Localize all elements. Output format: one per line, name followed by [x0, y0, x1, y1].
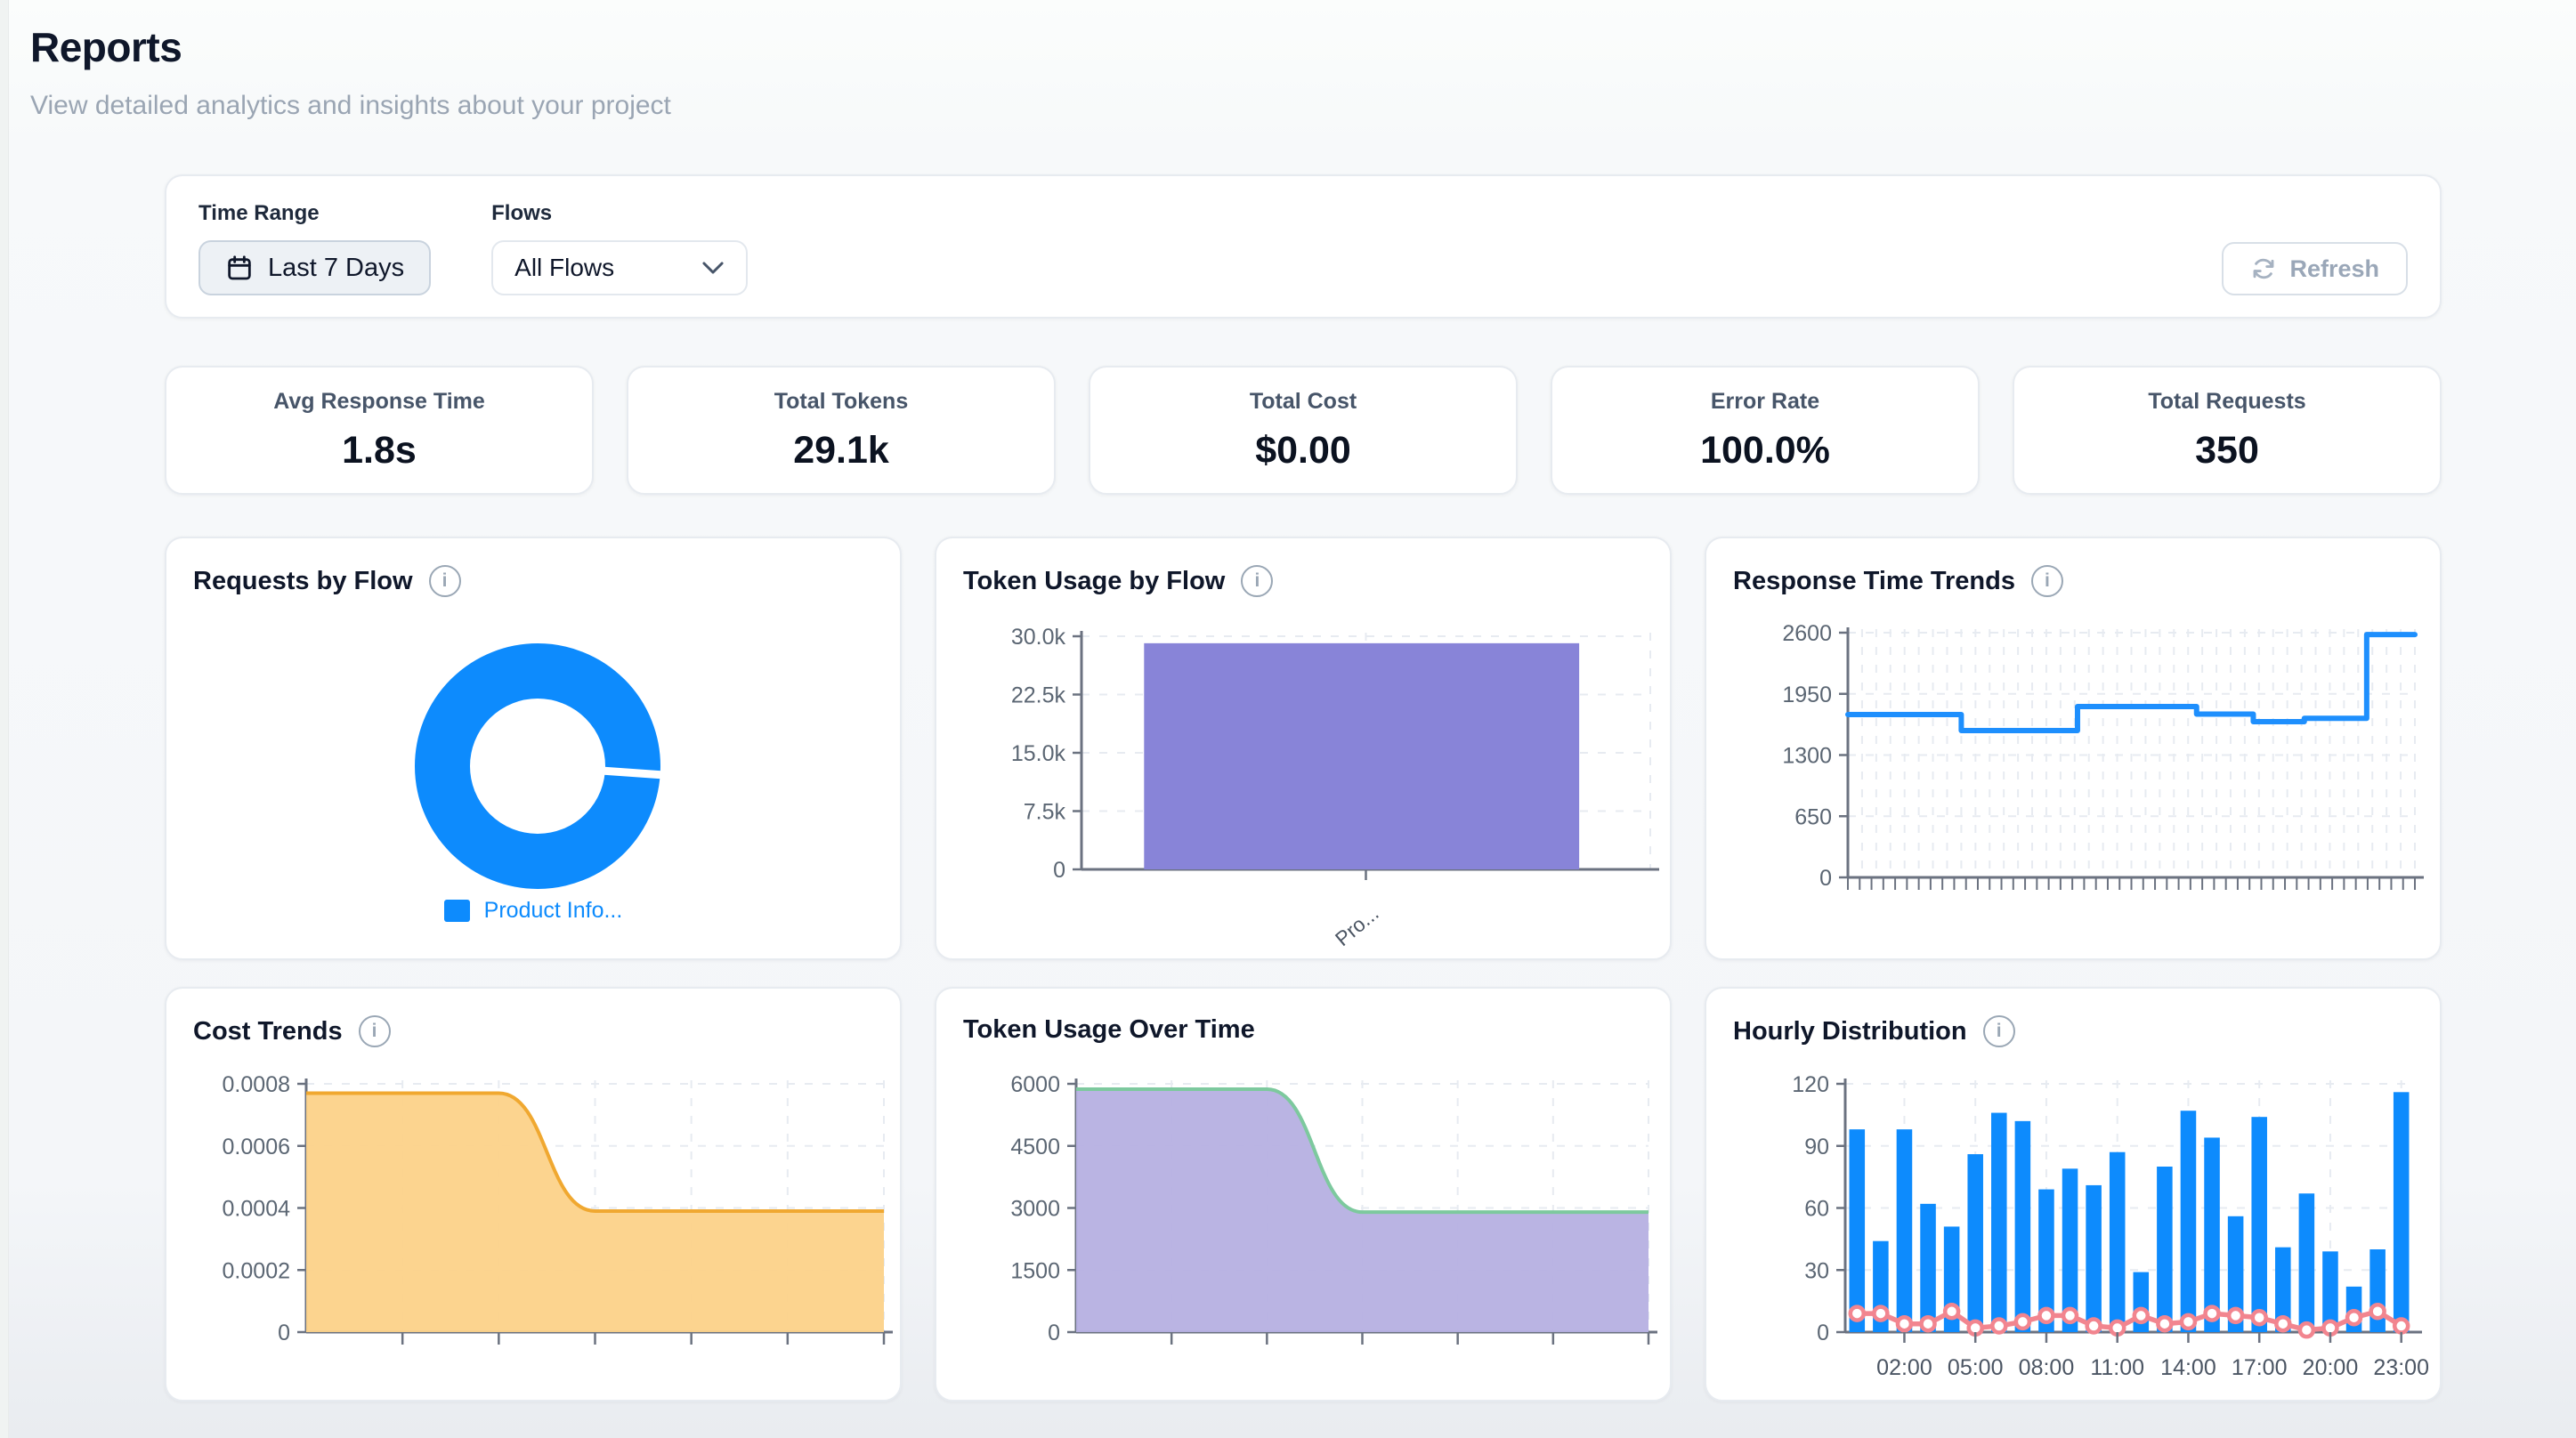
donut-chart-requests-by-flow[interactable]	[166, 538, 900, 958]
stat-card-avg-response-time: Avg Response Time 1.8s	[165, 366, 594, 495]
refresh-button[interactable]: Refresh	[2222, 242, 2408, 295]
chart-card-token-usage-by-flow: Token Usage by Flow i 0 7.5k 15.0k 22.5k 30.…	[935, 537, 1672, 960]
svg-text:14:00: 14:00	[2160, 1355, 2216, 1380]
stat-label: Total Tokens	[774, 389, 908, 415]
info-icon[interactable]: i	[2031, 565, 2063, 597]
legend-label: Product Info...	[484, 898, 623, 924]
svg-text:7.5k: 7.5k	[1024, 800, 1066, 825]
chart-title: Token Usage by Flow	[963, 567, 1225, 596]
reports-content: Time Range Last 7 Days Flows All Flows	[165, 174, 2442, 1402]
line-chart-response-time-trends[interactable]: 0 650 1300 1950 2600	[1706, 538, 2440, 958]
stat-card-total-tokens: Total Tokens 29.1k	[627, 366, 1056, 495]
svg-text:02:00: 02:00	[1876, 1355, 1932, 1380]
area-chart-cost-trends[interactable]: 0 0.0002 0.0004 0.0006 0.0008	[166, 989, 900, 1400]
area-chart-token-usage-over-time[interactable]: 0 1500 3000 4500 6000	[936, 989, 1670, 1400]
svg-text:20:00: 20:00	[2303, 1355, 2359, 1380]
info-icon[interactable]: i	[1241, 565, 1273, 597]
svg-text:08:00: 08:00	[2019, 1355, 2075, 1380]
flows-select[interactable]: All Flows	[491, 240, 748, 295]
chart-title: Hourly Distribution	[1733, 1017, 1967, 1046]
svg-text:0: 0	[1053, 858, 1065, 883]
svg-text:1500: 1500	[1010, 1258, 1060, 1283]
time-range-button[interactable]: Last 7 Days	[198, 240, 431, 295]
chart-card-cost-trends: Cost Trends i 0 0.0002 0.0004 0.0006 0.0008	[165, 987, 902, 1402]
info-icon[interactable]: i	[359, 1015, 391, 1047]
svg-text:30.0k: 30.0k	[1011, 625, 1066, 650]
charts-row-1: Requests by Flow i Product Info... Token…	[165, 537, 2442, 960]
chart-title: Requests by Flow	[193, 567, 413, 596]
svg-text:0: 0	[1048, 1321, 1060, 1345]
stat-card-total-cost: Total Cost $0.00	[1089, 366, 1518, 495]
svg-text:1950: 1950	[1782, 683, 1832, 707]
stat-value: 29.1k	[793, 429, 889, 473]
refresh-label: Refresh	[2289, 255, 2379, 283]
stat-value: 100.0%	[1700, 429, 1830, 473]
time-range-label: Time Range	[198, 201, 431, 226]
chart-card-token-usage-over-time: Token Usage Over Time i 0150030004500600…	[935, 987, 1672, 1402]
svg-text:0: 0	[278, 1321, 290, 1345]
svg-text:0.0004: 0.0004	[223, 1197, 291, 1222]
svg-text:30: 30	[1804, 1258, 1829, 1283]
charts-row-2: Cost Trends i 00.00020.00040.00060.0008 …	[165, 987, 2442, 1402]
svg-text:0.0002: 0.0002	[223, 1258, 290, 1283]
viewport-left-edge	[0, 0, 9, 1438]
svg-text:1300: 1300	[1782, 744, 1832, 769]
bar-chart-token-usage-by-flow[interactable]: 0 7.5k 15.0k 22.5k 30.0k Pro...	[936, 538, 1670, 958]
stat-label: Total Requests	[2148, 389, 2305, 415]
flows-group: Flows All Flows	[491, 201, 748, 295]
chart-card-response-time-trends: Response Time Trends i 0 650 1300 1950 2600	[1705, 537, 2442, 960]
svg-text:22.5k: 22.5k	[1011, 683, 1066, 708]
svg-text:05:00: 05:00	[1948, 1355, 2004, 1380]
legend-swatch	[444, 900, 470, 922]
flows-label: Flows	[491, 201, 748, 226]
stats-row: Avg Response Time 1.8s Total Tokens 29.1…	[165, 366, 2442, 495]
chart-card-requests-by-flow: Requests by Flow i Product Info...	[165, 537, 902, 960]
chart-title: Cost Trends	[193, 1017, 343, 1046]
stat-label: Avg Response Time	[273, 389, 485, 415]
stat-value: 350	[2195, 429, 2259, 473]
stat-value: $0.00	[1255, 429, 1351, 473]
stat-label: Error Rate	[1711, 389, 1819, 415]
stat-value: 1.8s	[342, 429, 417, 473]
svg-text:0: 0	[1817, 1321, 1829, 1345]
svg-text:0.0006: 0.0006	[223, 1135, 290, 1159]
svg-text:90: 90	[1804, 1135, 1829, 1159]
chart-card-hourly-distribution: Hourly Distribution i 0 30 60 90 120 02:00 05…	[1705, 987, 2442, 1402]
calendar-icon	[225, 254, 254, 282]
page-header: Reports View detailed analytics and insi…	[0, 0, 2576, 121]
page-title: Reports	[30, 23, 2576, 71]
svg-text:3000: 3000	[1010, 1197, 1060, 1222]
refresh-icon	[2250, 255, 2277, 282]
svg-text:120: 120	[1792, 1072, 1829, 1097]
svg-text:17:00: 17:00	[2232, 1355, 2288, 1380]
time-range-group: Time Range Last 7 Days	[198, 201, 431, 295]
chart-title: Response Time Trends	[1733, 567, 2015, 596]
stat-label: Total Cost	[1250, 389, 1357, 415]
svg-text:650: 650	[1794, 804, 1832, 829]
stat-card-error-rate: Error Rate 100.0%	[1551, 366, 1980, 495]
svg-text:Pro...: Pro...	[1331, 901, 1383, 950]
svg-text:23:00: 23:00	[2373, 1355, 2429, 1380]
info-icon[interactable]: i	[429, 565, 461, 597]
info-icon[interactable]: i	[1983, 1015, 2015, 1047]
svg-text:4500: 4500	[1010, 1135, 1060, 1159]
stat-card-total-requests: Total Requests 350	[2013, 366, 2442, 495]
chevron-down-icon	[701, 260, 725, 276]
svg-text:0.0008: 0.0008	[223, 1072, 290, 1097]
filter-bar: Time Range Last 7 Days Flows All Flows	[165, 174, 2442, 319]
flows-select-value: All Flows	[514, 254, 614, 282]
legend-item-product-info[interactable]: Product Info...	[166, 898, 900, 924]
svg-text:15.0k: 15.0k	[1011, 741, 1066, 766]
chart-title: Token Usage Over Time	[963, 1015, 1255, 1045]
svg-text:6000: 6000	[1010, 1072, 1060, 1097]
bar-line-chart-hourly-distribution[interactable]: 0 30 60 90 120 02:00 05:00 08:00 11:00 14:00 17:0…	[1706, 989, 2440, 1400]
time-range-value: Last 7 Days	[268, 254, 404, 283]
page-subtitle: View detailed analytics and insights abo…	[30, 91, 2576, 121]
svg-text:2600: 2600	[1782, 621, 1832, 646]
svg-text:0: 0	[1819, 866, 1832, 891]
svg-text:11:00: 11:00	[2090, 1355, 2144, 1380]
svg-text:60: 60	[1804, 1197, 1829, 1222]
